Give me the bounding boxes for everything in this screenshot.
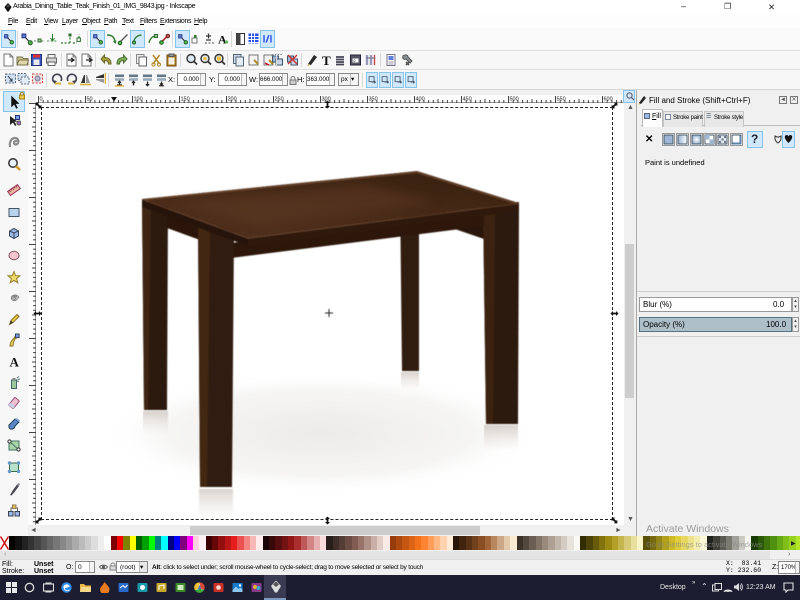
svg-text:A: A — [218, 33, 227, 47]
svg-text:T: T — [322, 53, 331, 68]
svg-text:550: 550 — [557, 97, 566, 103]
svg-text:450: 450 — [463, 97, 472, 103]
svg-text:350: 350 — [369, 97, 378, 103]
svg-text:250: 250 — [275, 97, 284, 103]
svg-text:500: 500 — [510, 97, 519, 103]
svg-text:200: 200 — [228, 97, 237, 103]
svg-text:50: 50 — [87, 97, 93, 103]
svg-text:150: 150 — [181, 97, 190, 103]
svg-text:100: 100 — [134, 97, 143, 103]
svg-text:400: 400 — [416, 97, 425, 103]
svg-text:A: A — [10, 355, 20, 370]
